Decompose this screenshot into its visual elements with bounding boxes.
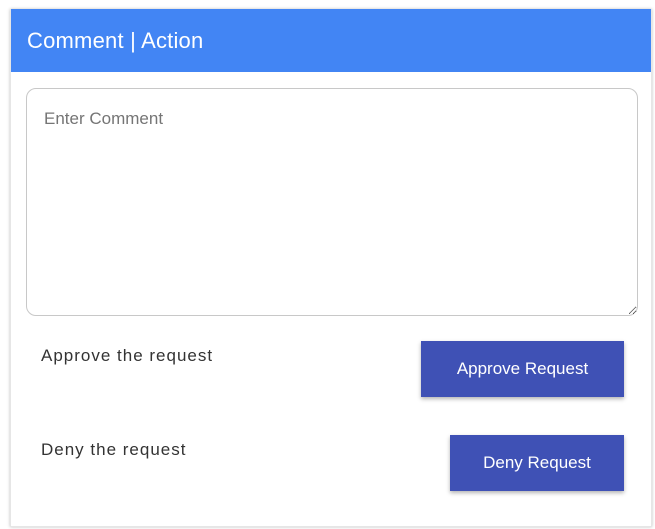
deny-label: Deny the request xyxy=(41,440,187,459)
comment-action-card: Comment | Action Approve the request App… xyxy=(10,9,652,527)
approve-request-button[interactable]: Approve Request xyxy=(421,341,624,397)
header-title: Comment | Action xyxy=(27,27,204,53)
card-header: Comment | Action xyxy=(11,9,651,72)
comment-textarea[interactable] xyxy=(26,88,638,316)
approve-label: Approve the request xyxy=(41,346,214,365)
deny-request-button[interactable]: Deny Request xyxy=(450,435,624,491)
